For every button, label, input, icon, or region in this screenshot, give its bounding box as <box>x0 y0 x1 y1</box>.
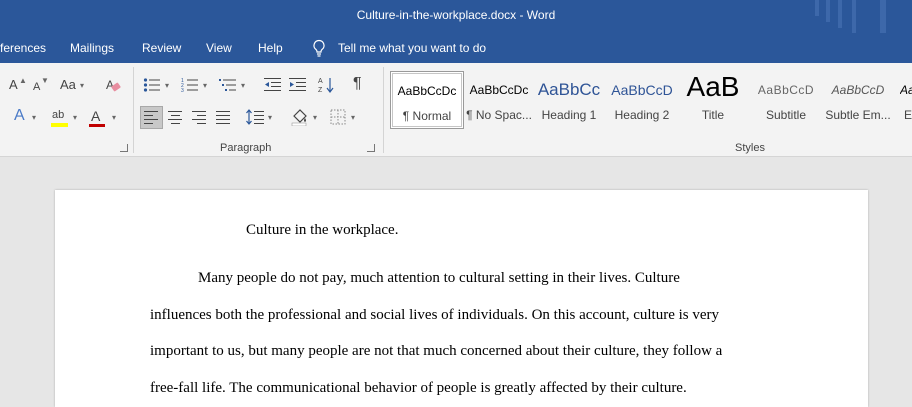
show-hide-marks-button[interactable]: ¶ <box>353 76 362 92</box>
line-spacing-icon[interactable] <box>246 109 264 125</box>
paragraph-group-label: Paragraph <box>220 142 272 154</box>
shrink-font-button[interactable]: A <box>33 79 40 95</box>
paragraph-line: influences both the professional and soc… <box>150 307 720 323</box>
paragraph-dialog-launcher-icon[interactable] <box>367 144 375 152</box>
align-right-icon <box>192 111 206 127</box>
shrink-font-arrow-icon: ▼ <box>41 76 49 85</box>
title-bar: Culture-in-the-workplace.docx - Word <box>0 0 912 33</box>
styles-group-label: Styles <box>735 142 765 154</box>
style-title[interactable]: AaB Title <box>677 71 749 127</box>
style-heading-1[interactable]: AaBbCc Heading 1 <box>533 71 605 127</box>
tab-mailings[interactable]: Mailings <box>70 41 114 55</box>
group-divider <box>133 67 134 153</box>
ribbon-tabs: ferences Mailings Review View Help Tell … <box>0 33 912 63</box>
grow-font-arrow-icon: ▲ <box>19 76 27 85</box>
font-color-bar <box>89 124 105 127</box>
chevron-down-icon[interactable]: ▾ <box>351 113 355 122</box>
clear-formatting-icon[interactable]: A <box>105 77 121 93</box>
tab-review[interactable]: Review <box>142 41 181 55</box>
highlight-color-bar <box>51 123 68 127</box>
tab-help[interactable]: Help <box>258 41 283 55</box>
window-title: Culture-in-the-workplace.docx - Word <box>356 8 556 22</box>
highlight-button[interactable]: ab <box>52 107 64 123</box>
style-subtitle[interactable]: AaBbCcD Subtitle <box>750 71 822 127</box>
shading-icon[interactable] <box>291 108 309 126</box>
justify-icon <box>216 111 230 127</box>
title-decoration <box>880 0 886 33</box>
change-case-button[interactable]: Aa <box>60 77 76 93</box>
align-left-button[interactable] <box>140 106 163 129</box>
font-dialog-launcher-icon[interactable] <box>120 144 128 152</box>
paragraph-line: Many people do not pay, much attention t… <box>198 270 680 286</box>
group-divider <box>383 67 384 153</box>
chevron-down-icon[interactable]: ▾ <box>203 81 207 90</box>
multilevel-list-icon[interactable] <box>219 77 237 93</box>
ribbon: A ▲ A ▼ Aa ▾ A A ▾ ab ▾ A ▾ ▾ 1 2 3 ▾ ▾ <box>0 63 912 157</box>
lightbulb-icon[interactable] <box>311 39 327 57</box>
chevron-down-icon[interactable]: ▾ <box>165 81 169 90</box>
numbering-icon[interactable]: 1 2 3 <box>181 77 199 93</box>
svg-text:A: A <box>318 78 323 85</box>
chevron-down-icon[interactable]: ▾ <box>268 113 272 122</box>
document-title: Culture in the workplace. <box>246 222 399 238</box>
chevron-down-icon[interactable]: ▾ <box>32 113 36 122</box>
bullets-icon[interactable] <box>143 77 161 93</box>
text-effects-button[interactable]: A <box>14 108 25 124</box>
grow-font-button[interactable]: A <box>9 77 18 93</box>
sort-icon[interactable]: A Z <box>318 76 336 94</box>
tab-references[interactable]: ferences <box>0 41 46 55</box>
decrease-indent-icon[interactable] <box>264 77 282 93</box>
chevron-down-icon[interactable]: ▾ <box>313 113 317 122</box>
title-decoration <box>815 0 819 16</box>
increase-indent-icon[interactable] <box>289 77 307 93</box>
title-decoration <box>852 0 856 33</box>
paragraph-line: important to us, but many people are not… <box>150 343 723 359</box>
style-subtle-emphasis[interactable]: AaBbCcD Subtle Em... <box>822 71 894 127</box>
center-button[interactable] <box>165 107 186 128</box>
svg-text:Z: Z <box>318 87 323 94</box>
title-decoration <box>838 0 842 28</box>
style-emphasis[interactable]: Aa E <box>896 71 912 127</box>
align-right-button[interactable] <box>189 107 210 128</box>
paragraph-line: free-fall life. The communicational beha… <box>150 380 687 396</box>
style-normal[interactable]: AaBbCcDc ¶ Normal <box>390 71 464 129</box>
document-page[interactable]: Culture in the workplace. Many people do… <box>55 190 868 407</box>
align-center-icon <box>168 111 182 127</box>
align-left-icon <box>144 111 158 127</box>
chevron-down-icon[interactable]: ▾ <box>241 81 245 90</box>
tell-me-search[interactable]: Tell me what you want to do <box>338 41 486 55</box>
svg-text:A: A <box>106 78 114 92</box>
borders-icon[interactable] <box>330 109 346 125</box>
svg-text:3: 3 <box>181 88 184 93</box>
style-heading-2[interactable]: AaBbCcD Heading 2 <box>606 71 678 127</box>
chevron-down-icon[interactable]: ▾ <box>80 81 84 90</box>
font-color-button[interactable]: A <box>91 108 100 124</box>
title-decoration <box>826 0 830 22</box>
chevron-down-icon[interactable]: ▾ <box>73 113 77 122</box>
tab-view[interactable]: View <box>206 41 232 55</box>
justify-button[interactable] <box>213 107 234 128</box>
style-no-spacing[interactable]: AaBbCcDc ¶ No Spac... <box>463 71 535 127</box>
chevron-down-icon[interactable]: ▾ <box>112 113 116 122</box>
